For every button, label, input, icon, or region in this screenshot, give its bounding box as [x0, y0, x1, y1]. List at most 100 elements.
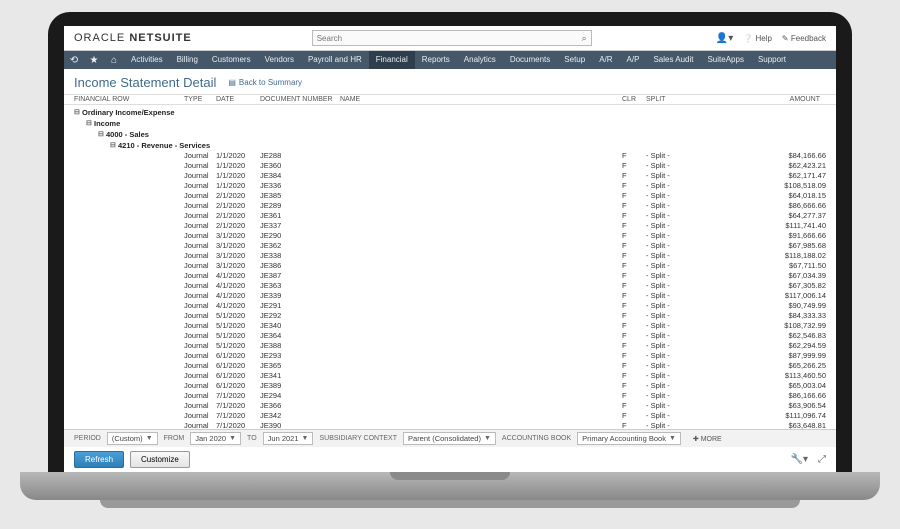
cell-doc[interactable]: JE362	[260, 241, 340, 251]
cell-doc[interactable]: JE293	[260, 351, 340, 361]
nav-back-icon[interactable]: ⟲	[64, 55, 84, 66]
cell-doc[interactable]: JE342	[260, 411, 340, 421]
customize-button[interactable]: Customize	[130, 451, 190, 468]
nav-item-billing[interactable]: Billing	[170, 51, 205, 69]
refresh-button[interactable]: Refresh	[74, 451, 124, 468]
search-icon[interactable]: ⌕	[582, 33, 587, 44]
cell-doc[interactable]: JE363	[260, 281, 340, 291]
cell-doc[interactable]: JE386	[260, 261, 340, 271]
table-row[interactable]: Journal2/1/2020JE385F- Split -$64,018.15	[74, 191, 826, 201]
table-row[interactable]: Journal2/1/2020JE361F- Split -$64,277.37	[74, 211, 826, 221]
col-financial-row[interactable]: FINANCIAL ROW	[74, 96, 184, 103]
cell-doc[interactable]: JE339	[260, 291, 340, 301]
nav-item-sales-audit[interactable]: Sales Audit	[646, 51, 700, 69]
table-row[interactable]: Journal5/1/2020JE292F- Split -$84,333.33	[74, 311, 826, 321]
nav-item-activities[interactable]: Activities	[124, 51, 170, 69]
cell-doc[interactable]: JE388	[260, 341, 340, 351]
nav-item-a-r[interactable]: A/R	[592, 51, 619, 69]
from-select[interactable]: Jan 2020▼	[190, 432, 241, 445]
cell-doc[interactable]: JE341	[260, 371, 340, 381]
cell-doc[interactable]: JE290	[260, 231, 340, 241]
cell-doc[interactable]: JE361	[260, 211, 340, 221]
cell-doc[interactable]: JE340	[260, 321, 340, 331]
accounting-book-select[interactable]: Primary Accounting Book▼	[577, 432, 681, 445]
cell-doc[interactable]: JE360	[260, 161, 340, 171]
tree-4210-revenue-services[interactable]: ⊟ 4210 - Revenue - Services	[74, 140, 826, 151]
table-row[interactable]: Journal4/1/2020JE387F- Split -$67,034.39	[74, 271, 826, 281]
col-type[interactable]: TYPE	[184, 96, 216, 103]
table-row[interactable]: Journal3/1/2020JE338F- Split -$118,188.0…	[74, 251, 826, 261]
collapse-icon[interactable]: ⊟	[110, 140, 118, 151]
table-row[interactable]: Journal1/1/2020JE384F- Split -$62,171.47	[74, 171, 826, 181]
table-row[interactable]: Journal4/1/2020JE339F- Split -$117,006.1…	[74, 291, 826, 301]
nav-star-icon[interactable]: ★	[84, 55, 104, 66]
cell-doc[interactable]: JE336	[260, 181, 340, 191]
cell-doc[interactable]: JE387	[260, 271, 340, 281]
collapse-icon[interactable]: ⊟	[98, 129, 106, 140]
table-row[interactable]: Journal2/1/2020JE337F- Split -$111,741.4…	[74, 221, 826, 231]
table-row[interactable]: Journal3/1/2020JE386F- Split -$67,711.50	[74, 261, 826, 271]
collapse-icon[interactable]: ⊟	[86, 118, 94, 129]
role-menu-icon[interactable]: 👤▾	[716, 33, 733, 44]
to-select[interactable]: Jun 2021▼	[263, 432, 314, 445]
nav-item-vendors[interactable]: Vendors	[258, 51, 301, 69]
cell-doc[interactable]: JE292	[260, 311, 340, 321]
table-row[interactable]: Journal7/1/2020JE294F- Split -$86,166.66	[74, 391, 826, 401]
table-row[interactable]: Journal2/1/2020JE289F- Split -$86,666.66	[74, 201, 826, 211]
search-input[interactable]	[317, 34, 582, 43]
cell-doc[interactable]: JE384	[260, 171, 340, 181]
table-row[interactable]: Journal5/1/2020JE388F- Split -$62,294.59	[74, 341, 826, 351]
period-select[interactable]: (Custom)▼	[107, 432, 158, 445]
table-row[interactable]: Journal6/1/2020JE293F- Split -$87,999.99	[74, 351, 826, 361]
col-amount[interactable]: AMOUNT	[746, 96, 826, 103]
cell-doc[interactable]: JE365	[260, 361, 340, 371]
more-filters-link[interactable]: ✚ MORE	[693, 435, 722, 443]
help-link[interactable]: ❔ Help	[743, 34, 772, 43]
back-to-summary-link[interactable]: ▤ Back to Summary	[228, 78, 302, 87]
tree-ordinary-income-expense[interactable]: ⊟ Ordinary Income/Expense	[74, 107, 826, 118]
table-row[interactable]: Journal7/1/2020JE366F- Split -$63,906.54	[74, 401, 826, 411]
tools-icon[interactable]: 🔧▾	[791, 454, 808, 465]
table-row[interactable]: Journal5/1/2020JE340F- Split -$108,732.9…	[74, 321, 826, 331]
col-document-number[interactable]: DOCUMENT NUMBER	[260, 96, 340, 103]
table-row[interactable]: Journal3/1/2020JE290F- Split -$91,666.66	[74, 231, 826, 241]
table-row[interactable]: Journal7/1/2020JE390F- Split -$63,648.81	[74, 421, 826, 429]
cell-doc[interactable]: JE289	[260, 201, 340, 211]
cell-doc[interactable]: JE337	[260, 221, 340, 231]
nav-item-financial[interactable]: Financial	[369, 51, 415, 69]
table-row[interactable]: Journal4/1/2020JE363F- Split -$67,305.82	[74, 281, 826, 291]
cell-doc[interactable]: JE364	[260, 331, 340, 341]
table-row[interactable]: Journal7/1/2020JE342F- Split -$111,096.7…	[74, 411, 826, 421]
cell-doc[interactable]: JE338	[260, 251, 340, 261]
table-row[interactable]: Journal3/1/2020JE362F- Split -$67,985.68	[74, 241, 826, 251]
table-row[interactable]: Journal6/1/2020JE365F- Split -$65,266.25	[74, 361, 826, 371]
nav-item-support[interactable]: Support	[751, 51, 793, 69]
nav-item-analytics[interactable]: Analytics	[457, 51, 503, 69]
global-search[interactable]: ⌕	[312, 30, 592, 46]
nav-item-reports[interactable]: Reports	[415, 51, 457, 69]
cell-doc[interactable]: JE294	[260, 391, 340, 401]
nav-item-a-p[interactable]: A/P	[620, 51, 647, 69]
collapse-all-icon[interactable]: ⤢	[818, 454, 826, 465]
table-row[interactable]: Journal1/1/2020JE336F- Split -$108,518.0…	[74, 181, 826, 191]
cell-doc[interactable]: JE291	[260, 301, 340, 311]
cell-doc[interactable]: JE385	[260, 191, 340, 201]
table-row[interactable]: Journal6/1/2020JE389F- Split -$65,003.04	[74, 381, 826, 391]
nav-item-setup[interactable]: Setup	[557, 51, 592, 69]
table-row[interactable]: Journal6/1/2020JE341F- Split -$113,460.5…	[74, 371, 826, 381]
cell-doc[interactable]: JE390	[260, 421, 340, 429]
nav-item-customers[interactable]: Customers	[205, 51, 258, 69]
nav-item-suiteapps[interactable]: SuiteApps	[700, 51, 750, 69]
nav-item-documents[interactable]: Documents	[503, 51, 557, 69]
table-row[interactable]: Journal1/1/2020JE360F- Split -$62,423.21	[74, 161, 826, 171]
col-clr[interactable]: CLR	[622, 96, 646, 103]
nav-home-icon[interactable]: ⌂	[104, 55, 124, 66]
col-name[interactable]: NAME	[340, 96, 622, 103]
cell-doc[interactable]: JE389	[260, 381, 340, 391]
cell-doc[interactable]: JE366	[260, 401, 340, 411]
table-row[interactable]: Journal4/1/2020JE291F- Split -$90,749.99	[74, 301, 826, 311]
table-row[interactable]: Journal5/1/2020JE364F- Split -$62,546.83	[74, 331, 826, 341]
cell-doc[interactable]: JE288	[260, 151, 340, 161]
nav-item-payroll-and-hr[interactable]: Payroll and HR	[301, 51, 369, 69]
feedback-link[interactable]: ✎ Feedback	[782, 34, 826, 43]
